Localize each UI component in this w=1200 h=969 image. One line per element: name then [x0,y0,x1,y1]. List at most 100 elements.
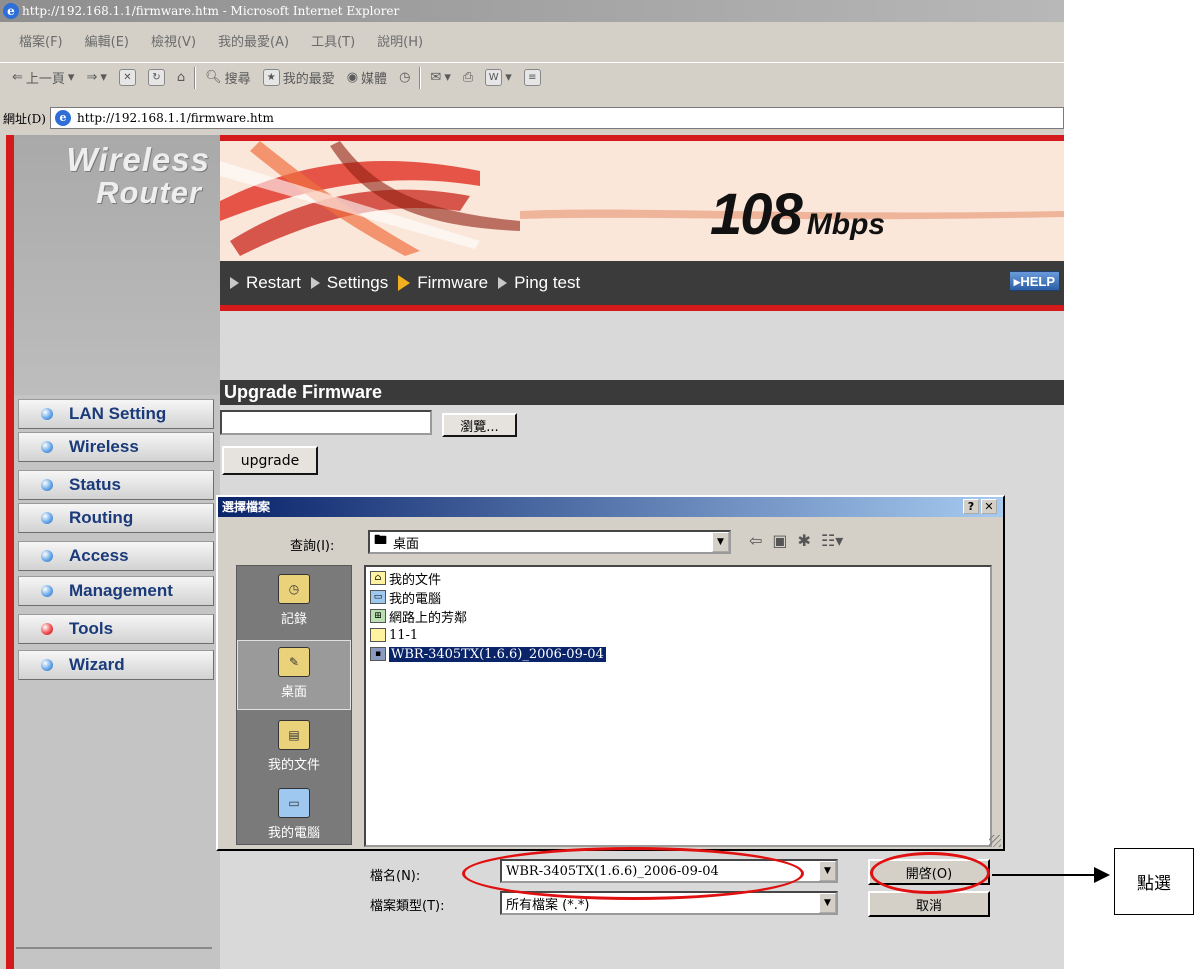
place-history[interactable]: ◷ 記錄 [237,574,351,638]
place-label: 桌面 [280,685,307,700]
back-button[interactable]: ⇐ 上一頁 ▾ [6,68,80,87]
media-button[interactable]: ◉ 媒體 [341,68,393,87]
stop-button[interactable]: ✕ [113,69,142,86]
view-menu-icon[interactable]: ☷▾ [821,531,843,550]
tab-firmware[interactable]: Firmware [398,273,488,293]
back-icon[interactable]: ⇦ [749,531,762,550]
upgrade-button[interactable]: upgrade [222,446,318,475]
callout-text: 點選 [1137,874,1171,894]
nav-routing[interactable]: Routing [18,503,214,533]
bullet-icon [41,512,53,524]
help-label: HELP [1020,274,1055,289]
cancel-button[interactable]: 取消 [868,891,990,917]
nav-access[interactable]: Access [18,541,214,571]
place-label: 我的電腦 [267,826,320,841]
address-input[interactable]: e http://192.168.1.1/firmware.htm [50,107,1064,129]
desktop-icon: 🖿 [374,533,388,548]
menu-favorites[interactable]: 我的最愛(A) [207,32,300,54]
question-icon: ? [967,500,975,513]
dropdown-arrow-icon: ▾ [505,70,512,85]
window-titlebar: e http://192.168.1.1/firmware.htm - Micr… [0,0,1064,22]
discuss-button[interactable]: ≡ [518,69,547,86]
tab-label: Ping test [514,273,581,292]
dropdown-arrow-icon[interactable]: ▼ [819,893,836,913]
tab-ping-test[interactable]: Ping test [498,273,580,293]
dropdown-arrow-icon: ▾ [100,70,107,85]
nav-label: LAN Setting [69,404,167,423]
menu-edit[interactable]: 編輯(E) [74,32,140,54]
file-icon: ▪ [370,647,386,661]
tab-settings[interactable]: Settings [310,273,388,293]
nav-wizard[interactable]: Wizard [18,650,214,680]
file-name: WBR-3405TX(1.6.6)_2006-09-04 [389,646,606,662]
place-my-computer[interactable]: ▭ 我的電腦 [237,788,351,848]
favorites-button[interactable]: ★ 我的最愛 [257,68,341,87]
nav-label: Status [69,475,121,494]
tab-restart[interactable]: Restart [230,273,301,293]
file-open-dialog: 選擇檔案 ? ✕ 查詢(I): 🖿 桌面 ▼ ⇦ ▣ ✱ ☷▾ ◷ 記錄 ✎ 桌… [216,495,1005,917]
refresh-button[interactable]: ↻ [142,69,171,86]
folder-icon [370,628,386,642]
filename-highlight-ellipse [462,847,804,900]
active-bullet-icon [41,623,53,635]
my-documents-icon: ⌂ [370,571,386,585]
screenshot-stage: e http://192.168.1.1/firmware.htm - Micr… [0,0,1200,969]
search-button[interactable]: 🔍︎ 搜尋 [199,68,257,87]
help-button[interactable]: ▸HELP [1008,271,1060,291]
mail-button[interactable]: ✉ ▾ [424,70,456,85]
history-button[interactable]: ◷ [393,70,416,85]
dialog-help-button[interactable]: ? [963,499,979,514]
nav-status[interactable]: Status [18,470,214,500]
file-item[interactable]: ⊞ 網路上的芳鄰 [370,607,468,626]
file-item-selected[interactable]: ▪ WBR-3405TX(1.6.6)_2006-09-04 [370,645,606,663]
bullet-icon [41,550,53,562]
address-bar: 網址(D) e http://192.168.1.1/firmware.htm [0,106,1064,130]
menu-file[interactable]: 檔案(F) [8,32,74,54]
media-icon: ◉ [346,70,359,85]
print-button[interactable]: ⎙ [457,70,479,85]
tab-bar: Restart Settings Firmware Ping test ▸HEL… [220,261,1064,311]
nav-lan-setting[interactable]: LAN Setting [18,399,214,429]
file-item[interactable]: ▭ 我的電腦 [370,588,441,607]
resize-grip[interactable] [989,835,1001,847]
browse-button[interactable]: 瀏覽... [442,413,517,437]
callout-box: 點選 [1114,848,1194,915]
filetype-label: 檔案類型(T): [370,899,445,914]
file-list[interactable]: ⌂ 我的文件 ▭ 我的電腦 ⊞ 網路上的芳鄰 11-1 ▪ WBR-3405TX(1.6… [364,565,992,847]
triangle-icon [498,277,508,289]
look-in-value: 桌面 [393,536,420,552]
back-label: 上一頁 [25,72,65,87]
nav-wireless[interactable]: Wireless [18,432,214,462]
new-folder-icon[interactable]: ✱ [798,531,811,550]
nav-management[interactable]: Management [18,576,214,606]
forward-button[interactable]: ⇒ ▾ [80,70,112,85]
speed-value: 108 [710,182,803,247]
file-item[interactable]: ⌂ 我的文件 [370,569,441,588]
dropdown-arrow-icon[interactable]: ▼ [712,532,729,552]
filename-label: 檔名(N): [370,869,421,884]
dropdown-arrow-icon[interactable]: ▼ [819,861,836,881]
firmware-file-input[interactable] [220,410,432,435]
up-folder-icon[interactable]: ▣ [772,531,787,550]
callout-arrowhead-icon [1094,867,1110,883]
home-button[interactable]: ⌂ [171,70,191,85]
menu-view[interactable]: 檢視(V) [140,32,207,54]
edit-button[interactable]: W ▾ [479,69,518,86]
nav-tools[interactable]: Tools [18,614,214,644]
favorites-icon: ★ [262,69,280,86]
place-my-documents[interactable]: ▤ 我的文件 [237,720,351,780]
menu-tools[interactable]: 工具(T) [300,32,366,54]
place-desktop[interactable]: ✎ 桌面 [237,640,351,710]
look-in-select[interactable]: 🖿 桌面 ▼ [368,530,731,554]
mail-icon: ✉ [430,70,442,85]
dialog-close-button[interactable]: ✕ [981,499,997,514]
file-item[interactable]: 11-1 [370,626,418,644]
banner-artwork [220,141,1064,261]
ie-logo-icon: e [3,3,19,19]
section-title: Upgrade Firmware [220,380,1064,405]
file-name: 網路上的芳鄰 [389,610,468,626]
open-button-highlight-ellipse [870,852,990,894]
nav-label: Tools [69,619,114,638]
menu-help[interactable]: 說明(H) [366,32,434,54]
bullet-icon [41,408,53,420]
